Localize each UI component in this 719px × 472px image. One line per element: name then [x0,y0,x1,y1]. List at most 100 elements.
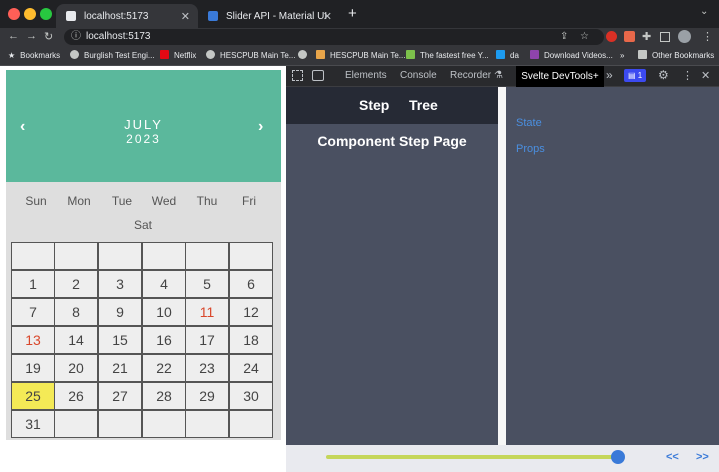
tab-title: localhost:5173 [84,10,149,22]
settings-gear-icon[interactable]: ⚙ [658,68,669,82]
extension-icon[interactable] [624,31,635,42]
calendar-day-9[interactable]: 9 [98,298,142,326]
tree-label[interactable]: Tree [409,97,438,113]
tab-search-icon[interactable]: ⌄ [700,6,708,17]
bookmark-hescpub-1[interactable]: HESCPUB Main Te... [206,50,295,62]
step-label[interactable]: Step [359,97,389,113]
calendar-day-31[interactable]: 31 [11,410,55,438]
calendar-day-empty [229,410,273,438]
calendar-day-22[interactable]: 22 [142,354,186,382]
calendar-day-1[interactable]: 1 [11,270,55,298]
bookmark-da[interactable]: da [496,50,519,62]
calendar-day-4[interactable]: 4 [142,270,186,298]
calendar-day-29[interactable]: 29 [185,382,229,410]
minimize-window-icon[interactable] [24,8,36,20]
globe-icon [206,50,215,59]
step-back-button[interactable]: << [666,451,679,463]
site-info-icon[interactable]: ⓘ [71,29,81,45]
tab-recorder[interactable]: Recorder [450,70,491,81]
bookmark-hescpub-3[interactable]: HESCPUB Main Te... [316,50,405,62]
devtools-menu-icon[interactable]: ⋮ [682,69,693,82]
calendar-day-2[interactable]: 2 [54,270,98,298]
step-slider-thumb[interactable] [611,450,625,464]
calendar-grid: 1 2 3 4 5 6 7 8 9 10 11 12 13 14 15 16 17 18 19 20 21 22 23 24 2… [6,240,281,440]
other-bookmarks[interactable]: Other Bookmarks [638,50,714,62]
next-month-button[interactable]: › [258,118,263,136]
bookmark-netflix[interactable]: Netflix [160,50,196,62]
state-link[interactable]: State [516,117,542,129]
calendar-day-16[interactable]: 16 [142,326,186,354]
close-tab-icon[interactable]: ✕ [323,10,332,23]
calendar-day-6[interactable]: 6 [229,270,273,298]
close-devtools-icon[interactable]: ✕ [701,69,710,82]
calendar-day-12[interactable]: 12 [229,298,273,326]
calendar-day-7[interactable]: 7 [11,298,55,326]
calendar-day-19[interactable]: 19 [11,354,55,382]
share-icon[interactable]: ⇪ [560,29,568,45]
bookmark-hescpub-2[interactable] [298,50,312,62]
browser-tab-bar: localhost:5173 ✕ Slider API - Material U… [0,0,719,28]
bookmark-download-videos[interactable]: Download Videos... [530,50,613,62]
tab-slider-api[interactable]: Slider API - Material UI ✕ [198,4,340,28]
new-tab-button[interactable]: + [348,5,357,22]
menu-icon[interactable]: ⋮ [702,30,713,43]
step-forward-button[interactable]: >> [696,451,709,463]
extensions-puzzle-icon[interactable]: ✚ [642,30,651,43]
bookmark-fastest[interactable]: The fastest free Y... [406,50,489,62]
reload-icon[interactable]: ↻ [44,30,53,43]
back-icon[interactable]: ← [8,30,19,42]
pane-splitter[interactable] [498,87,506,445]
extension-icon[interactable] [606,31,617,42]
calendar-day-10[interactable]: 10 [142,298,186,326]
more-tabs-icon[interactable]: » [606,68,613,82]
tab-console[interactable]: Console [400,70,437,81]
bookmark-star-icon[interactable]: ☆ [580,29,589,45]
calendar-day-26[interactable]: 26 [54,382,98,410]
weekday-label: Tue [111,194,133,208]
browser-toolbar: ← → ↻ ⓘ localhost:5173 ⇪ ☆ ✚ ⋮ [0,28,719,46]
calendar-day-17[interactable]: 17 [185,326,229,354]
calendar-month: JULY [124,117,163,132]
calendar-day-24[interactable]: 24 [229,354,273,382]
calendar-day-25[interactable]: 25 [11,382,55,410]
calendar-day-20[interactable]: 20 [54,354,98,382]
step-slider-track[interactable] [326,455,618,459]
calendar-day-15[interactable]: 15 [98,326,142,354]
calendar-day-23[interactable]: 23 [185,354,229,382]
url-text: localhost:5173 [86,31,151,42]
calendar-day-empty [98,242,142,270]
calendar-day-11[interactable]: 11 [185,298,229,326]
bookmarks-star[interactable]: ★ Bookmarks [8,50,60,62]
calendar-day-empty [185,410,229,438]
avatar[interactable] [678,30,691,43]
maximize-window-icon[interactable] [40,8,52,20]
bookmark-burglish[interactable]: Burglish Test Engi... [70,50,155,62]
flask-icon: ⚗ [494,70,503,81]
calendar-day-27[interactable]: 27 [98,382,142,410]
bookmarks-overflow[interactable]: » [620,50,624,62]
calendar-day-13[interactable]: 13 [11,326,55,354]
calendar-day-14[interactable]: 14 [54,326,98,354]
tab-title: Slider API - Material UI [226,10,328,22]
calendar-day-empty [54,410,98,438]
close-tab-icon[interactable]: ✕ [181,10,190,23]
calendar-day-28[interactable]: 28 [142,382,186,410]
forward-icon[interactable]: → [26,30,37,42]
calendar-day-8[interactable]: 8 [54,298,98,326]
calendar-day-3[interactable]: 3 [98,270,142,298]
calendar-day-21[interactable]: 21 [98,354,142,382]
step-tree-bar: Step Tree [286,87,498,124]
tab-localhost[interactable]: localhost:5173 ✕ [56,4,198,28]
device-toolbar-icon[interactable] [312,70,324,81]
close-window-icon[interactable] [8,8,20,20]
tab-svelte-devtools[interactable]: Svelte DevTools+ [516,66,604,87]
address-bar[interactable]: ⓘ localhost:5173 ⇪ ☆ [64,29,604,45]
side-panel-icon[interactable] [660,32,670,42]
tab-elements[interactable]: Elements [345,70,387,81]
inspect-element-icon[interactable] [292,70,303,81]
issues-badge[interactable]: ▤ 1 [624,69,647,82]
props-link[interactable]: Props [516,143,545,155]
calendar-day-18[interactable]: 18 [229,326,273,354]
calendar-day-30[interactable]: 30 [229,382,273,410]
calendar-day-5[interactable]: 5 [185,270,229,298]
